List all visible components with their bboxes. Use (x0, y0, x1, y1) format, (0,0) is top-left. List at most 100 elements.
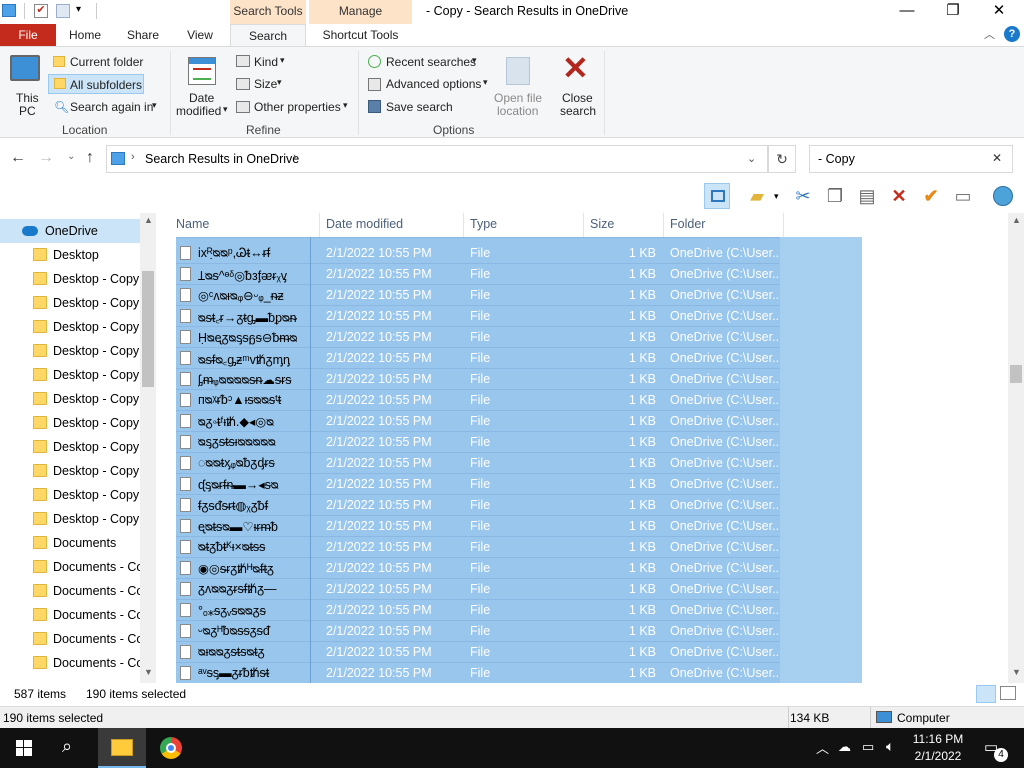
back-button[interactable]: ← (10, 149, 26, 167)
collapse-ribbon-icon[interactable]: ︿ (984, 26, 995, 42)
recent-locations-icon[interactable]: ⌄ (67, 151, 75, 162)
globe-icon[interactable] (990, 183, 1016, 209)
kind-dropdown-icon[interactable]: ▾ (280, 55, 285, 66)
nav-item-folder[interactable]: Documents - Co (0, 579, 140, 603)
date-modified-label-2[interactable]: modified (176, 104, 221, 118)
kind-button[interactable]: Kind (254, 55, 278, 69)
onedrive-tray-icon[interactable]: ☁ (838, 739, 851, 755)
clock-time[interactable]: 11:16 PM (912, 732, 964, 746)
chrome-icon[interactable] (160, 737, 182, 759)
close-search-label-2[interactable]: search (560, 104, 596, 118)
nav-item-folder[interactable]: Desktop - Copy (0, 411, 140, 435)
table-row[interactable]: ᵃᵛᵴᶊ▬ᵹᵲᵬᵺᵴᵵ 2/1/2022 10:55 PM File 1 KB OneD… (176, 663, 862, 683)
calendar-icon[interactable] (188, 57, 216, 85)
nav-item-folder[interactable]: Desktop - Copy (0, 315, 140, 339)
volume-icon[interactable]: 🔈︎ (886, 738, 894, 755)
file-explorer-taskbar-button[interactable] (98, 728, 146, 768)
help-icon[interactable]: ? (1004, 26, 1020, 42)
table-row[interactable]: ᴓᵵᵹᵬᵵᴷᵻ×ᴓᵵᵴᵴ 2/1/2022 10:55 PM File 1 KB One… (176, 537, 862, 558)
table-row[interactable]: ᴓᵴᵵ꜀ᵲ→ᵹᵵᶃ▬ᵬᵱᴓᵰ 2/1/2022 10:55 PM File 1 KB O… (176, 306, 862, 327)
table-row[interactable]: Ʇᴓᵴ^ᶱᵟ◎ᵬᴈᶂᴂᵲᵪᶌ 2/1/2022 10:55 PM File 1 KB O… (176, 264, 862, 285)
nav-item-folder[interactable]: Desktop - Copy (0, 267, 140, 291)
other-properties-button[interactable]: Other properties (254, 100, 341, 114)
address-dropdown-icon[interactable]: ⌄ (747, 152, 756, 165)
checkmark-icon[interactable]: ✔ (918, 183, 944, 209)
cut-icon[interactable]: ✂ (790, 183, 816, 209)
refresh-button[interactable]: ↻ (768, 145, 796, 173)
other-properties-dropdown-icon[interactable]: ▾ (343, 100, 348, 111)
up-button[interactable]: ↑ (86, 149, 94, 167)
table-row[interactable]: ◉◎ᵴᵲᵹᵺᴴᴓᵮᵵᵹ 2/1/2022 10:55 PM File 1 KB OneD… (176, 558, 862, 579)
advanced-options-dropdown-icon[interactable]: ▾ (483, 77, 488, 88)
minimize-button[interactable]: — (884, 0, 930, 24)
all-subfolders-button[interactable]: All subfolders (48, 74, 144, 94)
this-pc-icon[interactable] (10, 55, 40, 81)
tab-file[interactable]: File (0, 24, 56, 46)
nav-item-folder[interactable]: Documents - Co (0, 651, 140, 675)
table-row[interactable]: ᴨᴓᵡᵲᵬᵓ▲ᵻᵴᴓᴓᵴᵗᵵ 2/1/2022 10:55 PM File 1 KB O… (176, 390, 862, 411)
search-again-dropdown-icon[interactable]: ▾ (152, 100, 157, 111)
nav-item-folder[interactable]: Desktop - Copy (0, 483, 140, 507)
nav-item-folder[interactable]: Documents - Co (0, 555, 140, 579)
advanced-options-button[interactable]: Advanced options (386, 77, 481, 91)
table-row[interactable]: ix݂ᴿᴓᴓᵖ,Ꮚᵵ↔ᵲᵮ 2/1/2022 10:55 PM File 1 KB On… (176, 243, 862, 264)
recent-searches-dropdown-icon[interactable]: ▾ (472, 55, 477, 66)
nav-item-folder[interactable]: Documents (0, 531, 140, 555)
large-icons-view-button[interactable] (1000, 686, 1016, 700)
table-row[interactable]: ᵕᴓᵹᴴᵬᴓᵴᵴᵹᵴᵭ 2/1/2022 10:55 PM File 1 KB OneD… (176, 621, 862, 642)
close-button[interactable]: ✕ (976, 0, 1022, 24)
close-search-label-1[interactable]: Close (562, 91, 593, 105)
date-modified-dropdown-icon[interactable]: ▾ (223, 104, 228, 115)
address-bar[interactable]: › Search Results in OneDrive › ⌄ (106, 145, 768, 173)
delete-icon[interactable]: ✕ (886, 183, 912, 209)
tab-search[interactable]: Search (230, 24, 306, 46)
tab-home[interactable]: Home (60, 24, 110, 46)
file-list[interactable]: ix݂ᴿᴓᴓᵖ,Ꮚᵵ↔ᵲᵮ 2/1/2022 10:55 PM File 1 KB On… (176, 237, 862, 683)
table-row[interactable]: ᶒᴓᵵᵴᴓ▬♡ᵻᵲᵯᵬ 2/1/2022 10:55 PM File 1 KB OneD… (176, 516, 862, 537)
column-header-type[interactable]: Type (464, 213, 584, 237)
nav-item-folder[interactable]: Desktop - Copy (0, 507, 140, 531)
current-folder-button[interactable]: Current folder (70, 55, 143, 69)
this-pc-label-2[interactable]: PC (19, 104, 36, 118)
table-row[interactable]: °ₒ⁎ᵴᵹᵥᵴᴓᴓᵹᵴ 2/1/2022 10:55 PM File 1 KB OneD… (176, 600, 862, 621)
clock-date[interactable]: 2/1/2022 (912, 749, 964, 763)
properties-icon[interactable]: ✔ (34, 4, 48, 18)
file-list-scrollbar[interactable]: ▲ ▼ (1008, 213, 1024, 683)
nav-item-folder[interactable]: Desktop - Copy (0, 387, 140, 411)
clear-search-icon[interactable]: ✕ (992, 151, 1002, 165)
table-row[interactable]: ᶋᵯᵩᴓᴓᴓᴓᵴᵰ☁ᵴᵲᵴ 2/1/2022 10:55 PM File 1 KB On… (176, 369, 862, 390)
nav-item-folder[interactable]: Desktop - Copy (0, 435, 140, 459)
search-icon[interactable]: ⌕ (62, 736, 72, 757)
search-input[interactable]: - Copy (818, 152, 855, 166)
nav-item-folder[interactable]: Desktop - Copy (0, 291, 140, 315)
nav-item-folder[interactable]: Desktop - Copy (0, 459, 140, 483)
recent-searches-button[interactable]: Recent searches (386, 55, 476, 69)
forward-button[interactable]: → (38, 149, 54, 167)
tab-shortcut-tools[interactable]: Shortcut Tools (309, 24, 412, 46)
this-pc-label-1[interactable]: This (16, 91, 39, 105)
column-header-date-modified[interactable]: Date modified (320, 213, 464, 237)
table-row[interactable]: ◎ᶜᴧᴓᵻᴓᵩ⊖ᵕᵩ_ᵰᵶ 2/1/2022 10:55 PM File 1 KB On… (176, 285, 862, 306)
copy-icon[interactable]: ❐ (822, 183, 848, 209)
table-row[interactable]: ᴓᵹ◦ᵵᶠᵻᵺ.◆◂◎ᴓ 2/1/2022 10:55 PM File 1 KB One… (176, 411, 862, 432)
table-row[interactable]: ᵹᴧᴓᴓᵹᵲᵴᵮᵺᵹ— 2/1/2022 10:55 PM File 1 KB OneD… (176, 579, 862, 600)
rename-icon[interactable]: ▭ (950, 183, 976, 209)
save-search-button[interactable]: Save search (386, 100, 453, 114)
breadcrumb-chevron-2-icon[interactable]: › (293, 151, 297, 163)
table-row[interactable]: ᶑᶊᴓᵲᵮᵰ▬→◂ᵴᴓ 2/1/2022 10:55 PM File 1 KB OneD… (176, 474, 862, 495)
column-header-name[interactable]: Name (170, 213, 320, 237)
nav-item-folder[interactable]: Desktop - Copy (0, 363, 140, 387)
address-path[interactable]: Search Results in OneDrive (145, 152, 299, 166)
table-row[interactable]: Ḥᴓᶒᵹᴓᶊᵴᵷᵴ⊖ᵬᵯᴓ 2/1/2022 10:55 PM File 1 KB On… (176, 327, 862, 348)
nav-pane-scrollbar[interactable]: ▲ ▼ (140, 213, 156, 683)
tab-share[interactable]: Share (118, 24, 168, 46)
table-row[interactable]: ᴓᶊᵹᵴᵵᵴᵻᴓᴓᴓᴓᴓ 2/1/2022 10:55 PM File 1 KB One… (176, 432, 862, 453)
nav-item-folder[interactable]: Desktop - Copy (0, 339, 140, 363)
nav-item-onedrive[interactable]: OneDrive (0, 219, 140, 243)
close-search-icon[interactable]: ✕ (562, 51, 589, 85)
show-hidden-icons-icon[interactable]: ︿ (816, 738, 829, 757)
table-row[interactable]: ᴓᵴᵮᴓ꜀ᶃᵶᵐᴠᵺᵹᶆᶇ 2/1/2022 10:55 PM File 1 KB On… (176, 348, 862, 369)
new-folder-button[interactable]: ▰ (744, 183, 770, 209)
search-again-button[interactable]: Search again in (70, 100, 153, 114)
nav-item-folder[interactable]: Documents - Co (0, 603, 140, 627)
